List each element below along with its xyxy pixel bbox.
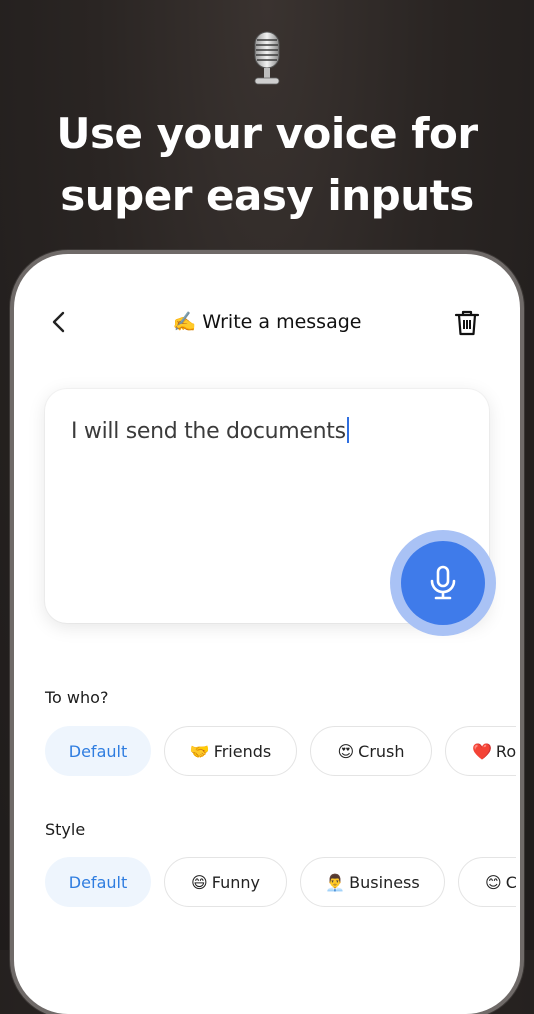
chip-label: Business (349, 872, 420, 892)
chip-label: Friends (213, 741, 272, 761)
message-text: I will send the documents (71, 417, 349, 444)
text-cursor (346, 417, 349, 443)
handshake-icon: 🤝 (189, 741, 210, 761)
chip-label: C (505, 872, 516, 892)
headline: Use your voice for super easy inputs (0, 103, 534, 227)
chip-label: Ro (495, 741, 516, 761)
chip-to-who-crush[interactable]: 😍 Crush (310, 726, 432, 776)
chip-style-funny[interactable]: 😄 Funny (164, 857, 287, 907)
voice-input-button[interactable] (401, 541, 485, 625)
smiling-face-icon: 😊 (485, 872, 502, 892)
headline-line-2: super easy inputs (60, 171, 474, 220)
heart-icon: ❤️ (472, 741, 492, 761)
chip-style-cute[interactable]: 😊 C (458, 857, 516, 907)
heart-eyes-icon: 😍 (337, 741, 355, 761)
headline-line-1: Use your voice for (56, 109, 478, 158)
style-label: Style (45, 820, 86, 839)
chip-to-who-friends[interactable]: 🤝 Friends (164, 726, 297, 776)
chip-to-who-romantic[interactable]: ❤️ Ro (445, 726, 516, 776)
chip-style-default[interactable]: Default (45, 857, 151, 907)
grinning-face-icon: 😄 (191, 872, 208, 892)
microphone-icon (430, 565, 456, 600)
trash-icon (454, 310, 480, 336)
chip-to-who-default[interactable]: Default (45, 726, 151, 776)
chip-label: Crush (358, 741, 405, 761)
writing-hand-icon: ✍️ (172, 311, 197, 333)
delete-button[interactable] (454, 309, 480, 337)
chip-style-business[interactable]: 👨‍💼 Business (300, 857, 445, 907)
phone-frame: ✍️ Write a message I will send the docume… (14, 254, 520, 1014)
chip-label: Default (68, 872, 128, 892)
microphone-icon (247, 30, 287, 88)
to-who-label: To who? (45, 688, 109, 707)
chip-label: Funny (211, 872, 260, 892)
page-title: ✍️ Write a message (14, 310, 520, 333)
businessman-icon: 👨‍💼 (325, 872, 346, 892)
app-screen: ✍️ Write a message I will send the docume… (14, 254, 520, 1014)
chip-label: Default (68, 741, 128, 761)
page-title-text: Write a message (202, 311, 362, 333)
